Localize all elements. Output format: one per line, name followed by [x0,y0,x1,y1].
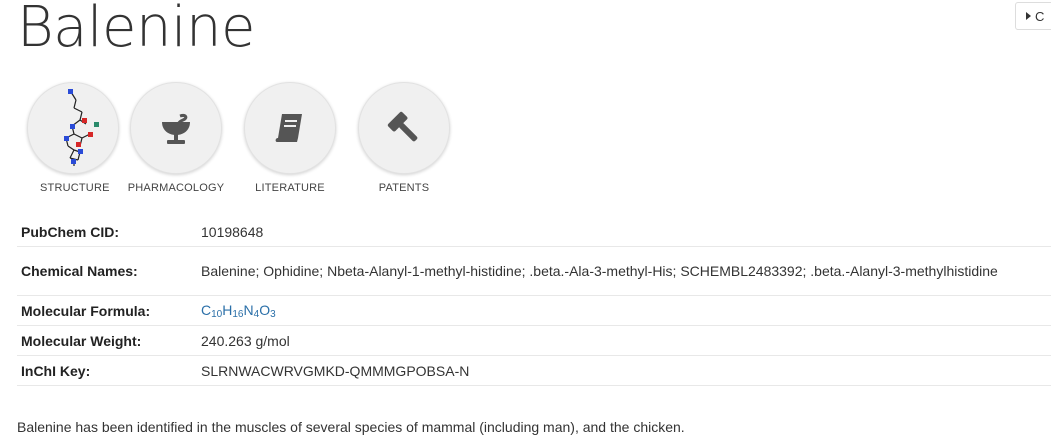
property-key: PubChem CID: [17,217,201,247]
property-key: Chemical Names: [17,246,201,296]
gavel-icon [387,111,418,142]
molecule-structure-icon [64,89,99,166]
property-row-inchi: InChI Key: SLRNWACWRVGMKD-QMMMGPOBSA-N [17,355,1051,386]
patents-circle[interactable] [358,82,450,174]
compound-description: Balenine has been identified in the musc… [17,419,685,435]
property-row-formula: Molecular Formula: C10H16N4O3 [17,295,1051,326]
category-patents[interactable]: PATENTS [347,82,461,200]
category-pharmacology[interactable]: PHARMACOLOGY [119,82,233,200]
formula-link[interactable]: C10H16N4O3 [201,302,276,320]
page-title: Balenine [17,0,256,60]
pubchem-cid-value: 10198648 [201,217,1051,247]
collapse-toggle-button[interactable]: C [1015,2,1051,30]
property-key: Molecular Formula: [17,295,201,326]
property-key: Molecular Weight: [17,325,201,356]
molecular-weight-value: 240.263 g/mol [201,325,1051,356]
compound-page: Balenine C STRUCTURE PHARMACOLOGY LITERA… [0,0,1051,438]
molecular-formula-value[interactable]: C10H16N4O3 [201,295,1051,326]
literature-circle[interactable] [244,82,336,174]
properties-table: PubChem CID: 10198648 Chemical Names: Ba… [17,217,1051,386]
category-label-patents: PATENTS [378,182,430,194]
book-icon [275,114,302,142]
property-row-cid: PubChem CID: 10198648 [17,217,1051,247]
chemical-names-value: Balenine; Ophidine; Nbeta-Alanyl-1-methy… [201,246,1051,296]
structure-circle[interactable] [27,82,119,174]
caret-right-icon [1026,12,1031,20]
pharmacy-bowl-icon [162,114,190,144]
pharmacology-circle[interactable] [130,82,222,174]
property-row-names: Chemical Names: Balenine; Ophidine; Nbet… [17,246,1051,296]
property-key: InChI Key: [17,355,201,386]
category-label-literature: LITERATURE [255,182,325,194]
corner-button-label: C [1035,8,1045,24]
category-label-structure: STRUCTURE [40,182,110,194]
category-label-pharmacology: PHARMACOLOGY [127,182,225,194]
property-row-weight: Molecular Weight: 240.263 g/mol [17,325,1051,356]
category-structure[interactable]: STRUCTURE [27,82,119,200]
category-literature[interactable]: LITERATURE [233,82,347,200]
inchi-key-value: SLRNWACWRVGMKD-QMMMGPOBSA-N [201,355,1051,386]
category-nav: STRUCTURE PHARMACOLOGY LITERATURE PATENT… [27,82,461,200]
